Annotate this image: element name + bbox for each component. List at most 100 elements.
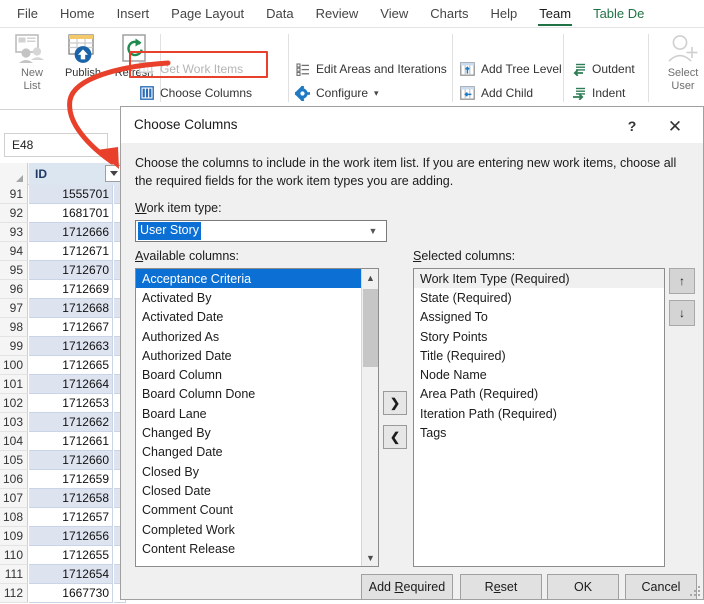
ribbon-tab-team[interactable]: Team bbox=[528, 3, 582, 27]
table-row[interactable]: 1681701 bbox=[29, 204, 113, 223]
list-item[interactable]: Work Item Type (Required) bbox=[414, 269, 664, 289]
table-row[interactable]: 1667730 bbox=[29, 584, 113, 603]
list-item[interactable]: Board Column bbox=[136, 365, 361, 384]
resize-grip[interactable] bbox=[688, 584, 700, 596]
row-header[interactable]: 93 bbox=[0, 223, 28, 242]
add-child-button[interactable]: Add Child bbox=[459, 82, 533, 104]
row-header[interactable]: 99 bbox=[0, 337, 28, 356]
table-row[interactable]: 1712667 bbox=[29, 318, 113, 337]
list-item[interactable]: Closed By bbox=[136, 462, 361, 481]
add-required-button[interactable]: Add Required bbox=[361, 574, 453, 600]
row-header[interactable]: 108 bbox=[0, 508, 28, 527]
row-header[interactable]: 102 bbox=[0, 394, 28, 413]
list-item[interactable]: Board Lane bbox=[136, 404, 361, 423]
new-list-button[interactable]: New List bbox=[4, 31, 60, 93]
ribbon-tab-charts[interactable]: Charts bbox=[419, 3, 479, 27]
row-header[interactable]: 92 bbox=[0, 204, 28, 223]
list-item[interactable]: Closed Date bbox=[136, 481, 361, 500]
outdent-button[interactable]: Outdent bbox=[570, 58, 635, 80]
chevron-down-icon[interactable]: ▼ bbox=[364, 221, 382, 241]
table-row[interactable]: 1712659 bbox=[29, 470, 113, 489]
list-item[interactable]: Content Release bbox=[136, 539, 361, 558]
add-column-button[interactable]: ❯ bbox=[383, 391, 407, 415]
row-header[interactable]: 111 bbox=[0, 565, 28, 584]
list-item[interactable]: State (Required) bbox=[414, 288, 664, 307]
row-header[interactable]: 112 bbox=[0, 584, 28, 603]
list-item[interactable]: Iteration Path (Required) bbox=[414, 404, 664, 423]
work-item-type-dropdown[interactable]: User Story ▼ bbox=[135, 220, 387, 242]
scroll-up-icon[interactable]: ▲ bbox=[362, 269, 378, 286]
name-box[interactable]: E48 bbox=[4, 133, 108, 157]
list-item[interactable]: Acceptance Criteria bbox=[136, 269, 361, 289]
table-row[interactable]: 1712670 bbox=[29, 261, 113, 280]
help-icon[interactable]: ? bbox=[619, 115, 645, 137]
row-header[interactable]: 104 bbox=[0, 432, 28, 451]
table-row[interactable]: 1712666 bbox=[29, 223, 113, 242]
ribbon-tab-view[interactable]: View bbox=[369, 3, 419, 27]
available-columns-scrollbar[interactable]: ▲ ▼ bbox=[361, 269, 378, 566]
list-item[interactable]: Assigned To bbox=[414, 308, 664, 327]
list-item[interactable]: Changed Date bbox=[136, 443, 361, 462]
ribbon-tab-page-layout[interactable]: Page Layout bbox=[160, 3, 255, 27]
move-up-button[interactable]: ↑ bbox=[669, 268, 695, 294]
select-user-button[interactable]: Select User bbox=[655, 31, 704, 93]
list-item[interactable]: Authorized Date bbox=[136, 346, 361, 365]
ribbon-tab-review[interactable]: Review bbox=[305, 3, 370, 27]
choose-columns-button[interactable]: Choose Columns bbox=[138, 82, 252, 104]
table-row[interactable]: 1712654 bbox=[29, 565, 113, 584]
ribbon-tab-data[interactable]: Data bbox=[255, 3, 304, 27]
list-item[interactable]: Activated Date bbox=[136, 308, 361, 327]
row-header[interactable]: 98 bbox=[0, 318, 28, 337]
row-header[interactable]: 106 bbox=[0, 470, 28, 489]
chevron-down-icon[interactable]: ▾ bbox=[374, 88, 379, 99]
row-header[interactable]: 105 bbox=[0, 451, 28, 470]
row-header[interactable]: 100 bbox=[0, 356, 28, 375]
get-work-items-button[interactable]: Get Work Items bbox=[138, 58, 243, 80]
row-header[interactable]: 103 bbox=[0, 413, 28, 432]
list-item[interactable]: Area Path (Required) bbox=[414, 385, 664, 404]
select-all-corner[interactable] bbox=[0, 163, 28, 185]
table-row[interactable]: 1712665 bbox=[29, 356, 113, 375]
remove-column-button[interactable]: ❮ bbox=[383, 425, 407, 449]
publish-button[interactable]: Publish bbox=[55, 31, 111, 80]
row-header[interactable]: 95 bbox=[0, 261, 28, 280]
list-item[interactable]: Comment Count bbox=[136, 501, 361, 520]
list-item[interactable]: Board Column Done bbox=[136, 385, 361, 404]
selected-columns-listbox[interactable]: Work Item Type (Required) State (Required… bbox=[413, 268, 665, 567]
ribbon-tab-file[interactable]: File bbox=[6, 3, 49, 27]
row-header[interactable]: 109 bbox=[0, 527, 28, 546]
table-row[interactable]: 1712671 bbox=[29, 242, 113, 261]
list-item[interactable]: Title (Required) bbox=[414, 346, 664, 365]
configure-button[interactable]: Configure ▾ bbox=[294, 82, 379, 104]
table-row[interactable]: 1712657 bbox=[29, 508, 113, 527]
row-header[interactable]: 107 bbox=[0, 489, 28, 508]
ribbon-tab-insert[interactable]: Insert bbox=[106, 3, 161, 27]
table-row[interactable]: 1712662 bbox=[29, 413, 113, 432]
available-columns-listbox[interactable]: Acceptance Criteria Activated By Activated… bbox=[135, 268, 379, 567]
table-row[interactable]: 1712655 bbox=[29, 546, 113, 565]
row-header[interactable]: 110 bbox=[0, 546, 28, 565]
cancel-button[interactable]: Cancel bbox=[625, 574, 697, 600]
edit-areas-and-iterations-button[interactable]: Edit Areas and Iterations bbox=[294, 58, 447, 80]
list-item[interactable]: Completed Work bbox=[136, 520, 361, 539]
ribbon-tab-home[interactable]: Home bbox=[49, 3, 106, 27]
table-row[interactable]: 1712668 bbox=[29, 299, 113, 318]
table-row[interactable]: 1712658 bbox=[29, 489, 113, 508]
table-row[interactable]: 1555701 bbox=[29, 185, 113, 204]
list-item[interactable]: Changed By bbox=[136, 423, 361, 442]
row-header[interactable]: 101 bbox=[0, 375, 28, 394]
scroll-down-icon[interactable]: ▼ bbox=[362, 549, 378, 566]
ribbon-tab-help[interactable]: Help bbox=[480, 3, 529, 27]
table-row[interactable]: 1712663 bbox=[29, 337, 113, 356]
list-item[interactable]: Node Name bbox=[414, 365, 664, 384]
indent-button[interactable]: Indent bbox=[570, 82, 625, 104]
row-header[interactable]: 97 bbox=[0, 299, 28, 318]
close-icon[interactable]: ✕ bbox=[661, 115, 689, 137]
ribbon-tab-table-design[interactable]: Table De bbox=[582, 3, 655, 27]
move-down-button[interactable]: ↓ bbox=[669, 300, 695, 326]
scrollbar-thumb[interactable] bbox=[363, 289, 378, 367]
ok-button[interactable]: OK bbox=[547, 574, 619, 600]
row-header[interactable]: 91 bbox=[0, 185, 28, 204]
list-item[interactable]: Tags bbox=[414, 423, 664, 442]
row-header[interactable]: 96 bbox=[0, 280, 28, 299]
